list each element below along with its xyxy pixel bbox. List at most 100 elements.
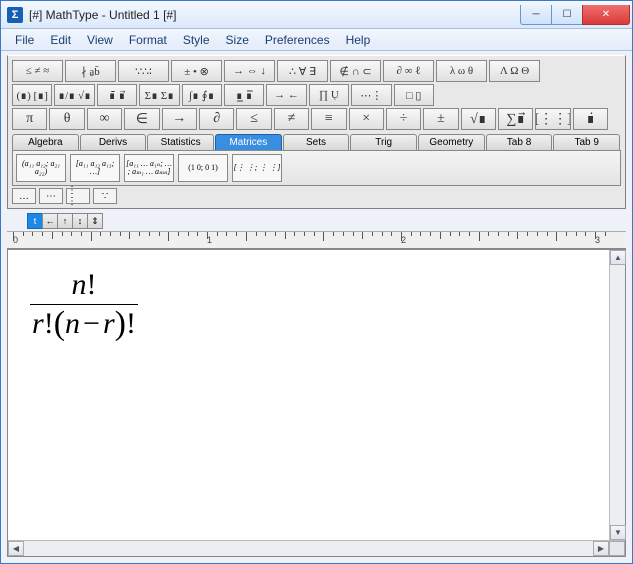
bang: ! (86, 268, 96, 301)
palette-misc[interactable]: ∂ ∞ ℓ (383, 60, 434, 82)
minus: − (80, 307, 103, 341)
window-title: [#] MathType - Untitled 1 [#] (29, 8, 521, 22)
editor-area: n! r!(n−r)! ▲ ▼ ◀ ▶ (7, 249, 626, 557)
palette-sum[interactable]: Σ∎ Σ∎ (139, 84, 179, 106)
vertical-scrollbar[interactable]: ▲ ▼ (609, 250, 625, 540)
palette-arrows[interactable]: → ⇔ ↓ (224, 60, 275, 82)
tab-trig[interactable]: Trig (350, 134, 417, 150)
scroll-left-icon[interactable]: ◀ (8, 541, 24, 556)
tab-content-matrices: (a₁₁ a₁₂; a₂₁ a₂₂) [a₁₁ a₁₂ a₁₃; …] [a₁₁… (12, 150, 621, 186)
palette-over-under[interactable]: ∎̄ ∎⃗ (97, 84, 137, 106)
sym-pm[interactable]: ± (423, 108, 458, 130)
menu-preferences[interactable]: Preferences (257, 31, 338, 49)
scroll-track-v[interactable] (610, 265, 625, 525)
menu-size[interactable]: Size (218, 31, 257, 49)
menu-view[interactable]: View (79, 31, 121, 49)
palette-fences[interactable]: (∎) [∎] (12, 84, 52, 106)
small-btn-2[interactable]: ← (42, 213, 58, 229)
menu-format[interactable]: Format (121, 31, 175, 49)
var-r: r (32, 307, 44, 341)
palette-label[interactable]: ∎̲ ∎̅ (224, 84, 264, 106)
palette-products[interactable]: ∏ Ụ (309, 84, 349, 106)
small-btn-5[interactable]: ⇕ (87, 213, 103, 229)
palette-greek-upper[interactable]: Λ Ω Θ (489, 60, 540, 82)
palette-logic[interactable]: ∴ ∀ ∃ (277, 60, 328, 82)
palette-boxes[interactable]: □ ▯ (394, 84, 434, 106)
app-window: Σ [#] MathType - Untitled 1 [#] ─ ☐ ✕ Fi… (0, 0, 633, 564)
small-btn-3[interactable]: ↑ (57, 213, 73, 229)
matrix-identity[interactable]: (1 0; 0 1) (178, 154, 228, 182)
sym-equiv[interactable]: ≡ (311, 108, 346, 130)
tab-sets[interactable]: Sets (283, 134, 350, 150)
palette-set[interactable]: ∉ ∩ ⊂ (330, 60, 381, 82)
scroll-right-icon[interactable]: ▶ (593, 541, 609, 556)
sym-neq[interactable]: ≠ (274, 108, 309, 130)
tab-algebra[interactable]: Algebra (12, 134, 79, 150)
tmpl-sqrt[interactable]: √∎ (461, 108, 496, 130)
tab-derivs[interactable]: Derivs (80, 134, 147, 150)
ruler[interactable]: 0 1 2 3 (7, 231, 626, 249)
palette-spaces[interactable]: ∤ a̱b̄ (65, 60, 116, 82)
extra-row: … ⋯ ⋮ ⋮ ∵ (12, 188, 621, 204)
matrix-dots[interactable]: [⋮ ⋮; ⋮ ⋮] (232, 154, 282, 182)
matrix-mxn[interactable]: [a₁₁ … a₁ₙ; … ; aₘ₁ … aₘₙ] (124, 154, 174, 182)
tab-geometry[interactable]: Geometry (418, 134, 485, 150)
tool-panel: ≤ ≠ ≈ ∤ a̱b̄ ∵∴∶ ± • ⊗ → ⇔ ↓ ∴ ∀ ∃ ∉ ∩ ⊂… (7, 55, 626, 209)
small-btn-4[interactable]: ↕ (72, 213, 88, 229)
equation-canvas[interactable]: n! r!(n−r)! (8, 250, 625, 540)
equation[interactable]: n! r!(n−r)! (30, 268, 138, 341)
extra-cdots[interactable]: ⋯ (39, 188, 63, 204)
sym-pi[interactable]: π (12, 108, 47, 130)
sym-partial[interactable]: ∂ (199, 108, 234, 130)
extra-ddots[interactable]: ∵ (93, 188, 117, 204)
sym-div[interactable]: ÷ (386, 108, 421, 130)
tab-8[interactable]: Tab 8 (486, 134, 553, 150)
matrix-2x2-paren[interactable]: (a₁₁ a₁₂; a₂₁ a₂₂) (16, 154, 66, 182)
tmpl-matrix[interactable]: [⋮⋮] (535, 108, 570, 130)
tab-statistics[interactable]: Statistics (147, 134, 214, 150)
menubar: File Edit View Format Style Size Prefere… (1, 29, 632, 51)
extra-ldots[interactable]: … (12, 188, 36, 204)
palette-arrow-templates[interactable]: → ← (266, 84, 306, 106)
menu-edit[interactable]: Edit (42, 31, 79, 49)
window-controls: ─ ☐ ✕ (521, 5, 630, 25)
var-n2: n (65, 307, 80, 341)
palette-row-3: π θ ∞ ∈ → ∂ ≤ ≠ ≡ × ÷ ± √∎ ∑∎⃗ [⋮⋮] ∎̇ (12, 108, 621, 130)
palette-operators[interactable]: ± • ⊗ (171, 60, 222, 82)
palette-dots[interactable]: ∵∴∶ (118, 60, 169, 82)
menu-help[interactable]: Help (338, 31, 379, 49)
tmpl-sum[interactable]: ∑∎⃗ (498, 108, 533, 130)
extra-vdots[interactable]: ⋮ ⋮ (66, 188, 90, 204)
palette-greek-lower[interactable]: λ ω θ (436, 60, 487, 82)
palette-matrices[interactable]: ⋯⋮ (351, 84, 391, 106)
tab-matrices[interactable]: Matrices (215, 134, 282, 150)
horizontal-scrollbar[interactable]: ◀ ▶ (8, 540, 625, 556)
sym-le[interactable]: ≤ (236, 108, 271, 130)
small-btn-1[interactable]: t (27, 213, 43, 229)
palette-frac-root[interactable]: ∎/∎ √∎ (54, 84, 94, 106)
sym-infinity[interactable]: ∞ (87, 108, 122, 130)
scroll-down-icon[interactable]: ▼ (610, 525, 626, 540)
titlebar: Σ [#] MathType - Untitled 1 [#] ─ ☐ ✕ (1, 1, 632, 29)
sym-theta[interactable]: θ (49, 108, 84, 130)
sym-arrow[interactable]: → (162, 108, 197, 130)
lparen: ( (54, 310, 65, 337)
palette-integral[interactable]: ∫∎ ∮∎ (182, 84, 222, 106)
minimize-button[interactable]: ─ (520, 5, 552, 25)
sym-times[interactable]: × (349, 108, 384, 130)
template-tabs: Algebra Derivs Statistics Matrices Sets … (12, 134, 621, 150)
sym-element[interactable]: ∈ (124, 108, 159, 130)
app-icon: Σ (7, 7, 23, 23)
menu-file[interactable]: File (7, 31, 42, 49)
scroll-up-icon[interactable]: ▲ (610, 250, 626, 265)
menu-style[interactable]: Style (175, 31, 218, 49)
tab-9[interactable]: Tab 9 (553, 134, 620, 150)
fraction: n! r!(n−r)! (30, 268, 138, 341)
matrix-3x3[interactable]: [a₁₁ a₁₂ a₁₃; …] (70, 154, 120, 182)
maximize-button[interactable]: ☐ (551, 5, 583, 25)
rparen: ) (115, 310, 126, 337)
tmpl-dot[interactable]: ∎̇ (573, 108, 608, 130)
close-button[interactable]: ✕ (582, 5, 630, 25)
scroll-track-h[interactable] (24, 541, 593, 556)
palette-relations[interactable]: ≤ ≠ ≈ (12, 60, 63, 82)
